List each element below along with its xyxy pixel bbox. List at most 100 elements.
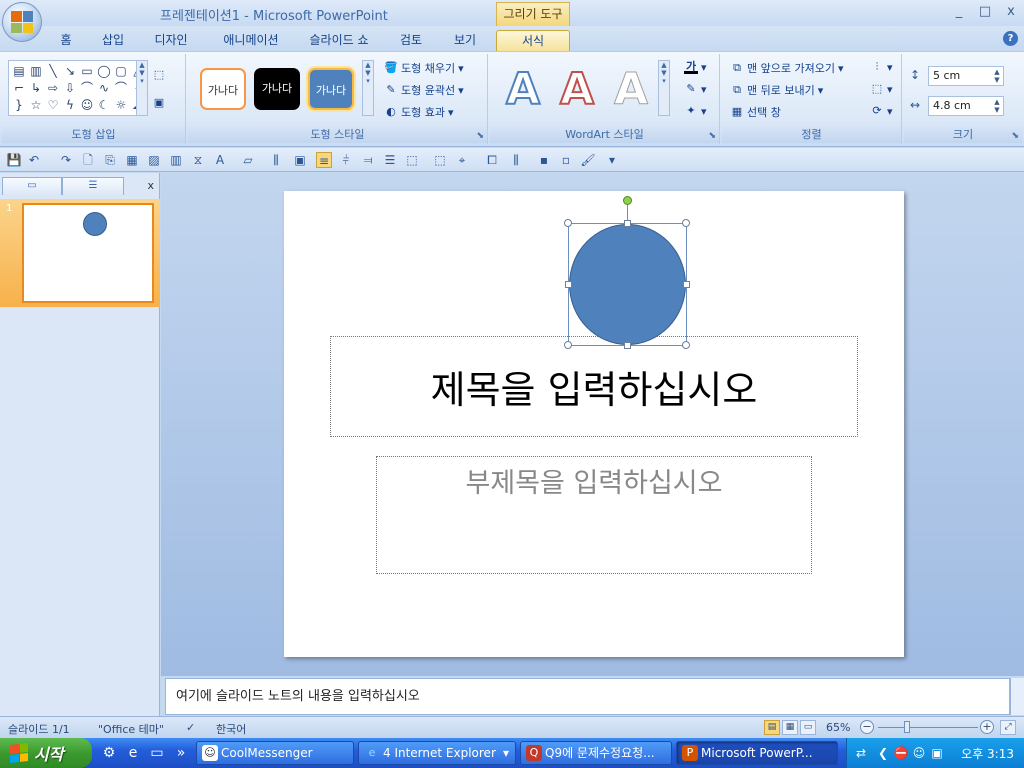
rotation-handle[interactable] — [623, 196, 632, 205]
curve-shape-icon[interactable]: ∿ — [96, 80, 112, 96]
justify-icon[interactable]: ☰ — [382, 152, 398, 168]
shapes-gallery-scroll[interactable]: ▲ ▼ ▾ — [136, 60, 148, 116]
title-placeholder[interactable]: 제목을 입력하십시오 — [330, 336, 858, 437]
zoom-slider-track[interactable] — [878, 727, 978, 728]
language-status[interactable]: 한국어 — [216, 721, 246, 737]
fit-to-window-button[interactable]: ⤢ — [1000, 720, 1016, 735]
theme-status[interactable]: "Office 테마" — [98, 721, 164, 737]
resize-handle-right[interactable] — [683, 281, 690, 288]
picture-frame-icon[interactable]: ▣ — [292, 152, 308, 168]
close-pane-icon[interactable]: x — [147, 179, 154, 192]
right-arrow-shape-icon[interactable]: ⇨ — [45, 80, 61, 96]
undo-icon[interactable]: ↶ — [26, 152, 42, 168]
zoom-out-button[interactable]: − — [860, 720, 874, 734]
resize-handle-bottom-left[interactable] — [564, 341, 572, 349]
rotate-button[interactable]: ⟳ ▾ — [870, 104, 892, 118]
align-bottom-icon[interactable]: ⫩ — [338, 152, 354, 168]
network-icon[interactable]: ⇄ — [853, 745, 869, 761]
zoom-level[interactable]: 65% — [826, 721, 850, 734]
subtitle-placeholder[interactable]: 부제목을 입력하십시오 — [376, 456, 812, 574]
tab-format[interactable]: 서식 — [496, 30, 570, 51]
edit-shape-button[interactable]: ⬚ — [152, 68, 166, 82]
close-button[interactable]: x — [998, 2, 1024, 22]
spell-check-icon[interactable]: ✓ — [186, 721, 195, 734]
group-objects-button[interactable]: ⬚ ▾ — [870, 82, 893, 96]
smiley-shape-icon[interactable]: ☺ — [79, 97, 95, 113]
ungroup-icon[interactable]: ⬚ — [432, 152, 448, 168]
dialog-launcher-icon[interactable]: ⬊ — [708, 131, 716, 141]
shape-fill-button[interactable]: 🪣 도형 채우기 ▾ — [384, 60, 464, 76]
notes-pane[interactable]: 여기에 슬라이드 노트의 내용을 입력하십시오 — [165, 678, 1010, 715]
chevron-left-icon[interactable]: ❮ — [875, 745, 891, 761]
dialog-launcher-icon[interactable]: ⬊ — [1011, 131, 1019, 141]
align-center-icon[interactable]: ≡ — [316, 152, 332, 168]
help-icon[interactable]: ? — [1003, 31, 1018, 46]
moon-shape-icon[interactable]: ☾ — [96, 97, 112, 113]
show-desktop-icon[interactable]: ▭ — [148, 744, 166, 762]
resize-handle-bottom-right[interactable] — [682, 341, 690, 349]
tab-insert[interactable]: 삽입 — [96, 30, 130, 51]
bring-to-front-button[interactable]: ⧉ 맨 앞으로 가져오기 ▾ — [730, 60, 843, 76]
resize-handle-top-right[interactable] — [682, 219, 690, 227]
wordart-style-gray-outline[interactable]: A — [606, 65, 656, 114]
table-icon[interactable]: ▦ — [124, 152, 140, 168]
tab-review[interactable]: 검토 — [394, 30, 428, 51]
new-document-icon[interactable]: 🗋 — [80, 152, 96, 168]
textbox-button[interactable]: ▣ — [152, 96, 166, 110]
down-arrow-shape-icon[interactable]: ⇩ — [62, 80, 78, 96]
slideshow-view-button[interactable]: ▭ — [800, 720, 816, 735]
resize-handle-top[interactable] — [624, 220, 631, 227]
shape-effects-button[interactable]: ◐ 도형 효과 ▾ — [384, 104, 453, 120]
wordart-icon[interactable]: A — [212, 152, 228, 168]
vertical-textbox-shape-icon[interactable]: ▥ — [28, 63, 44, 79]
heart-shape-icon[interactable]: ♡ — [45, 97, 61, 113]
rounded-rectangle-shape-icon[interactable]: ▢ — [113, 63, 129, 79]
textbox-shape-icon[interactable]: ▤ — [11, 63, 27, 79]
crop-icon[interactable]: ⧠ — [484, 152, 500, 168]
columns-icon[interactable]: ⫼ — [508, 152, 524, 168]
edit-points-icon[interactable]: ⌖ — [454, 152, 470, 168]
align-right-icon[interactable]: ⫤ — [360, 152, 376, 168]
office-button[interactable] — [2, 2, 42, 42]
arc-shape-icon[interactable]: ⌒ — [113, 80, 129, 96]
dialog-launcher-icon[interactable]: ⬊ — [476, 131, 484, 141]
shadow-icon[interactable]: ▫ — [558, 152, 574, 168]
chart-icon[interactable]: ▥ — [168, 152, 184, 168]
text-effects-button[interactable]: ✦ ▾ — [684, 104, 706, 118]
shapes-gallery[interactable]: ▤ ▥ ╲ ↘ ▭ ◯ ▢ △ ⌐ ↳ ⇨ ⇩ ⌒ ∿ ⌒ { } ☆ ♡ ϟ … — [8, 60, 146, 116]
redo-icon[interactable]: ↷ — [58, 152, 74, 168]
slide-thumbnail[interactable] — [22, 203, 154, 303]
tab-slideshow[interactable]: 슬라이드 쇼 — [302, 30, 376, 51]
slide-thumbnail-row[interactable]: 1 — [0, 199, 160, 307]
taskbar-internet-explorer[interactable]: e 4 Internet Explorer ▾ — [358, 741, 516, 765]
right-brace-shape-icon[interactable]: } — [11, 97, 27, 113]
shape-icon[interactable]: ▱ — [240, 152, 256, 168]
wordart-gallery-scroll[interactable]: ▲ ▼ ▾ — [658, 60, 670, 116]
slide-canvas[interactable]: 제목을 입력하십시오 부제목을 입력하십시오 — [284, 191, 904, 657]
customize-toolbar-icon[interactable]: ▾ — [604, 152, 620, 168]
internet-explorer-icon[interactable]: e — [124, 744, 142, 762]
star-shape-icon[interactable]: ☆ — [28, 97, 44, 113]
slides-tab[interactable]: ▭ — [2, 177, 62, 195]
start-button[interactable]: 시작 — [0, 738, 92, 768]
rectangle-shape-icon[interactable]: ▭ — [79, 63, 95, 79]
resize-handle-bottom[interactable] — [624, 342, 631, 349]
copy-icon[interactable]: ⎘ — [102, 152, 118, 168]
height-spinner-icon[interactable]: ▲ ▼ — [992, 68, 1002, 84]
display-icon[interactable]: ▣ — [929, 745, 945, 761]
save-icon[interactable]: 💾 — [6, 152, 22, 168]
tab-view[interactable]: 보기 — [448, 30, 482, 51]
taskbar-powerpoint[interactable]: P Microsoft PowerP... — [676, 741, 838, 765]
zoom-slider-thumb[interactable] — [904, 721, 910, 733]
elbow-connector-shape-icon[interactable]: ⌐ — [11, 80, 27, 96]
taskbar-coolmessenger[interactable]: ☺ CoolMessenger — [196, 741, 354, 765]
zoom-in-button[interactable]: + — [980, 720, 994, 734]
taskbar-q9-request[interactable]: Q Q9에 문제수정요청... — [520, 741, 672, 765]
shape-styles-gallery-scroll[interactable]: ▲ ▼ ▾ — [362, 60, 374, 116]
tab-home[interactable]: 홈 — [52, 30, 80, 51]
smartart-icon[interactable]: ⧖ — [190, 152, 206, 168]
wordart-style-red-outline[interactable]: A — [552, 65, 602, 115]
width-spinner-icon[interactable]: ▲ ▼ — [992, 98, 1002, 114]
elbow-arrow-shape-icon[interactable]: ↳ — [28, 80, 44, 96]
sun-shape-icon[interactable]: ☼ — [113, 97, 129, 113]
